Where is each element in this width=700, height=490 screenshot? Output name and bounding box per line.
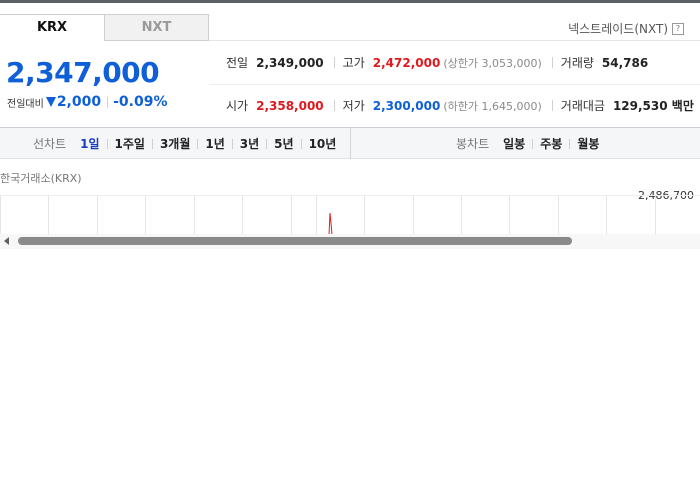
external-link-icon: ? — [672, 22, 684, 35]
divider — [231, 138, 233, 149]
period-button-1[interactable]: 1주일 — [115, 135, 145, 152]
divider — [569, 138, 571, 149]
divider — [333, 57, 335, 68]
nxt-link-label: 넥스트레이드(NXT) — [568, 22, 668, 36]
divider — [107, 96, 109, 108]
lower-limit-note: (하한가 1,645,000) — [443, 99, 542, 113]
divider — [197, 138, 199, 149]
period-button-5[interactable]: 5년 — [274, 135, 293, 152]
volume-label: 거래량 — [560, 56, 594, 70]
low-value: 2,300,000 — [372, 98, 441, 113]
divider — [333, 100, 335, 111]
divider — [551, 57, 553, 68]
change-rate: -0.09% — [113, 94, 168, 110]
divider — [350, 128, 351, 159]
divider — [532, 138, 534, 149]
open-label: 시가 — [226, 99, 249, 113]
line-chart-title: 선차트 — [33, 137, 67, 151]
period-button-0[interactable]: 1일 — [80, 135, 99, 152]
divider — [266, 138, 268, 149]
divider — [151, 138, 153, 149]
volume-value: 54,786 — [601, 55, 649, 70]
candle-button-0[interactable]: 일봉 — [503, 135, 525, 152]
high-value: 2,472,000 — [372, 55, 441, 70]
tab-divider — [209, 40, 700, 41]
price-chart — [0, 195, 700, 235]
stats-divider — [209, 84, 700, 85]
price-line — [328, 212, 333, 235]
amount-value: 129,530 백만 — [612, 99, 694, 113]
prev-close-value: 2,349,000 — [256, 55, 324, 70]
period-button-6[interactable]: 10년 — [309, 135, 337, 152]
price-change: 전일대비 2,000 -0.09% — [7, 94, 168, 110]
tab-krx[interactable]: KRX — [0, 14, 105, 41]
amount-label: 거래대금 — [560, 99, 605, 113]
scroll-thumb[interactable] — [18, 237, 572, 245]
down-arrow-icon — [45, 97, 56, 107]
chart-scrollbar[interactable] — [0, 234, 700, 249]
candle-chart-title: 봉차트 — [456, 137, 490, 151]
open-value: 2,358,000 — [256, 98, 324, 113]
stats-row-2: 시가 2,358,000 저가 2,300,000 (하한가 1,645,000… — [226, 97, 694, 114]
candle-chart-periods: 봉차트 일봉 주봉 월봉 — [456, 128, 599, 159]
line-chart-periods: 선차트 1일 1주일 3개월 1년 3년 5년 10년 — [33, 128, 336, 159]
low-label: 저가 — [342, 99, 365, 113]
stats-row-1: 전일 2,349,000 고가 2,472,000 (상한가 3,053,000… — [226, 54, 648, 71]
divider — [300, 138, 302, 149]
period-button-4[interactable]: 3년 — [240, 135, 259, 152]
upper-limit-note: (상한가 3,053,000) — [443, 56, 542, 70]
nxt-link[interactable]: 넥스트레이드(NXT) ? — [568, 20, 684, 37]
current-price: 2,347,000 — [6, 56, 160, 89]
period-button-2[interactable]: 3개월 — [160, 135, 190, 152]
candle-button-2[interactable]: 월봉 — [577, 135, 599, 152]
divider — [106, 138, 108, 149]
chart-source: 한국거래소(KRX) — [0, 172, 82, 185]
change-value: 2,000 — [56, 94, 102, 110]
chart-period-bar: 선차트 1일 1주일 3개월 1년 3년 5년 10년 봉차트 일봉 주봉 월봉 — [0, 127, 700, 159]
change-label: 전일대비 — [7, 98, 44, 110]
divider — [551, 100, 553, 111]
tab-nxt[interactable]: NXT — [104, 14, 209, 41]
top-border — [0, 0, 700, 3]
candle-button-1[interactable]: 주봉 — [540, 135, 562, 152]
scroll-left-arrow-icon[interactable] — [4, 237, 9, 245]
high-label: 고가 — [342, 56, 365, 70]
period-button-3[interactable]: 1년 — [205, 135, 224, 152]
prev-close-label: 전일 — [226, 56, 249, 70]
